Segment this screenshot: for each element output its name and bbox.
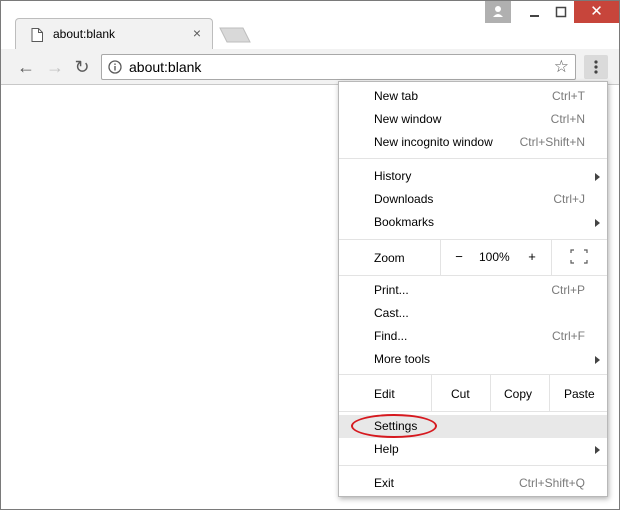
user-icon [485,6,511,26]
zoom-in-button[interactable]: + [522,249,542,264]
edit-row: Edit Cut Copy Paste [339,375,607,411]
menu-item-cast[interactable]: Cast... [339,302,607,325]
toolbar: ← → ↻ about:blank ☆ [1,49,619,85]
submenu-arrow-icon [595,446,600,454]
forward-button[interactable]: → [45,57,65,77]
info-icon[interactable] [108,60,122,74]
vertical-divider [551,239,552,275]
menu-label: New incognito window [374,135,493,149]
address-bar[interactable]: about:blank ☆ [101,54,576,80]
menu-separator [339,465,607,466]
zoom-row: Zoom − 100% + [339,239,607,275]
menu-separator [339,411,607,412]
back-button[interactable]: ← [16,57,36,77]
menu-item-find[interactable]: Find... Ctrl+F [339,325,607,348]
title-bar: about:blank × ✕ [1,1,619,49]
menu-label: Bookmarks [374,215,435,229]
menu-shortcut: Ctrl+Shift+N [519,135,585,149]
reload-button[interactable]: ↻ [72,57,92,77]
submenu-arrow-icon [595,356,600,364]
maximize-icon [548,6,574,26]
menu-label: More tools [374,352,431,366]
menu-item-bookmarks[interactable]: Bookmarks [339,211,607,234]
edit-label: Edit [374,387,395,401]
menu-label: History [374,169,412,183]
browser-window: about:blank × ✕ ← → ↻ about:blank ☆ New … [0,0,620,510]
menu-label: Find... [374,329,408,343]
menu-label: Print... [374,283,409,297]
menu-item-print[interactable]: Print... Ctrl+P [339,279,607,302]
menu-shortcut: Ctrl+F [552,329,585,343]
menu-item-history[interactable]: History [339,165,607,188]
menu-shortcut: Ctrl+Shift+Q [518,476,585,490]
new-tab-button[interactable] [219,27,251,43]
menu-item-new-tab[interactable]: New tab Ctrl+T [339,85,607,108]
url-text[interactable]: about:blank [129,59,201,75]
vertical-divider [440,239,441,275]
profile-button[interactable] [485,1,511,23]
menu-item-downloads[interactable]: Downloads Ctrl+J [339,188,607,211]
page-icon [31,28,43,42]
fullscreen-icon[interactable] [570,249,588,264]
vertical-divider [490,375,491,411]
menu-label: Cast... [374,306,409,320]
maximize-button[interactable] [548,1,574,23]
tab-about-blank[interactable]: about:blank × [15,18,213,49]
menu-item-new-window[interactable]: New window Ctrl+N [339,108,607,131]
tab-title: about:blank [53,27,116,41]
settings-annotation-ellipse [351,414,437,438]
copy-button[interactable]: Copy [504,387,532,401]
menu-separator [339,275,607,276]
submenu-arrow-icon [595,173,600,181]
minimize-icon [521,12,547,26]
zoom-label: Zoom [374,251,405,265]
menu-shortcut: Ctrl+T [552,89,585,103]
zoom-out-button[interactable]: − [449,249,469,264]
menu-item-new-incognito-window[interactable]: New incognito window Ctrl+Shift+N [339,131,607,154]
kebab-menu-icon [584,60,608,82]
close-icon: ✕ [590,3,603,20]
window-close-button[interactable]: ✕ [574,1,619,23]
menu-shortcut: Ctrl+J [553,192,585,206]
menu-shortcut: Ctrl+P [551,283,585,297]
minimize-button[interactable] [521,1,547,23]
menu-label: New tab [374,89,419,103]
menu-item-help[interactable]: Help [339,438,607,461]
menu-separator [339,158,607,159]
chrome-menu-button[interactable] [584,55,608,79]
paste-button[interactable]: Paste [564,387,595,401]
zoom-level: 100% [479,250,510,264]
menu-item-exit[interactable]: Exit Ctrl+Shift+Q [339,472,607,495]
vertical-divider [549,375,550,411]
menu-shortcut: Ctrl+N [550,112,585,126]
bookmark-star-icon[interactable]: ☆ [554,57,569,77]
menu-label: New window [374,112,442,126]
menu-label: Exit [374,476,395,490]
tab-close-icon[interactable]: × [190,26,204,40]
menu-item-more-tools[interactable]: More tools [339,348,607,371]
vertical-divider [431,375,432,411]
menu-label: Help [374,442,399,456]
cut-button[interactable]: Cut [451,387,470,401]
submenu-arrow-icon [595,219,600,227]
menu-label: Downloads [374,192,434,206]
